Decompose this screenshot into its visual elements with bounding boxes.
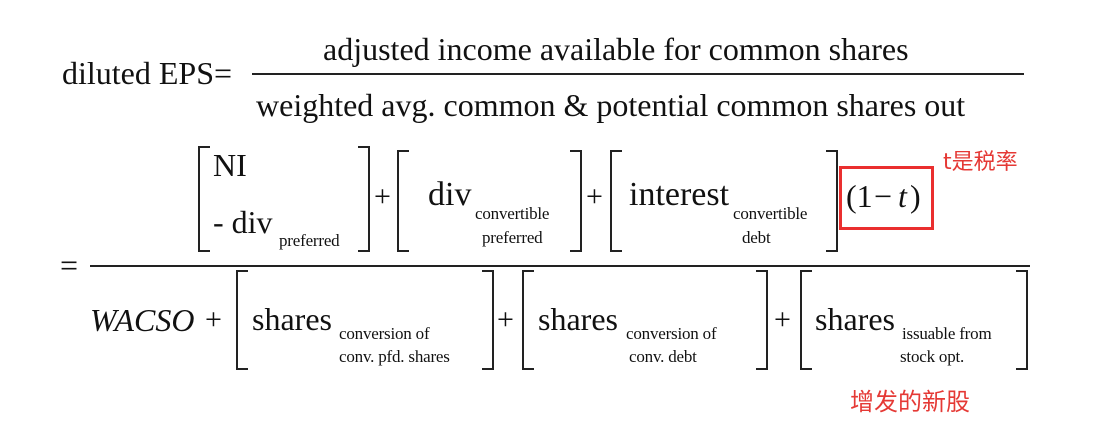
bottom-fraction-bar (90, 265, 1030, 267)
tax-factor-open: (1 (846, 178, 873, 214)
shares-options-bracket-left (800, 270, 812, 370)
shares-debt-sub1: conversion of (626, 324, 717, 343)
shares-pfd-sub1: conversion of (339, 324, 430, 343)
interest-convertible-sub1: convertible (733, 204, 808, 223)
ni-term: NI (213, 147, 247, 183)
shares-debt-term: shares (538, 301, 618, 337)
div-convertible-term: div (428, 176, 472, 213)
new-shares-note: 增发的新股 (850, 388, 970, 416)
shares-options-sub2: stock opt. (900, 347, 965, 366)
div-preferred-subscript: preferred (279, 231, 340, 250)
den-plus-2: + (774, 303, 791, 336)
div-convertible-sub2: preferred (482, 228, 543, 247)
ni-bracket-left (198, 146, 210, 252)
shares-debt-bracket-right (756, 270, 768, 370)
shares-debt-bracket-left (522, 270, 534, 370)
shares-options-bracket-right (1016, 270, 1028, 370)
den-plus-0: + (205, 303, 222, 336)
interest-bracket-right (826, 150, 838, 252)
shares-pfd-bracket-left (236, 270, 248, 370)
tax-factor-t: t (898, 178, 907, 214)
shares-options-sub1: issuable from (902, 324, 992, 343)
interest-convertible-term: interest (629, 176, 730, 213)
tax-factor-minus: − (874, 178, 893, 214)
diluted-eps-label: diluted EPS= (62, 55, 233, 91)
wacso-term: WACSO (90, 302, 195, 338)
shares-options-term: shares (815, 301, 895, 337)
shares-pfd-term: shares (252, 301, 332, 337)
top-numerator: adjusted income available for common sha… (323, 31, 909, 67)
bottom-equals: = (60, 247, 79, 283)
div-conv-bracket-left (397, 150, 409, 252)
top-fraction-bar (252, 73, 1024, 75)
num-plus-2: + (586, 180, 603, 213)
div-convertible-sub1: convertible (475, 204, 550, 223)
top-denominator: weighted avg. common & potential common … (256, 87, 966, 123)
div-conv-bracket-right (570, 150, 582, 252)
interest-convertible-sub2: debt (742, 228, 771, 247)
interest-bracket-left (610, 150, 622, 252)
tax-rate-note: t是税率 (943, 150, 1018, 175)
shares-pfd-bracket-right (482, 270, 494, 370)
den-plus-1: + (497, 303, 514, 336)
shares-pfd-sub2: conv. pfd. shares (339, 347, 450, 366)
ni-bracket-right (358, 146, 370, 252)
num-plus-1: + (374, 180, 391, 213)
tax-factor-close: ) (910, 178, 921, 214)
shares-debt-sub2: conv. debt (629, 347, 697, 366)
div-preferred-term: - div (213, 204, 273, 240)
